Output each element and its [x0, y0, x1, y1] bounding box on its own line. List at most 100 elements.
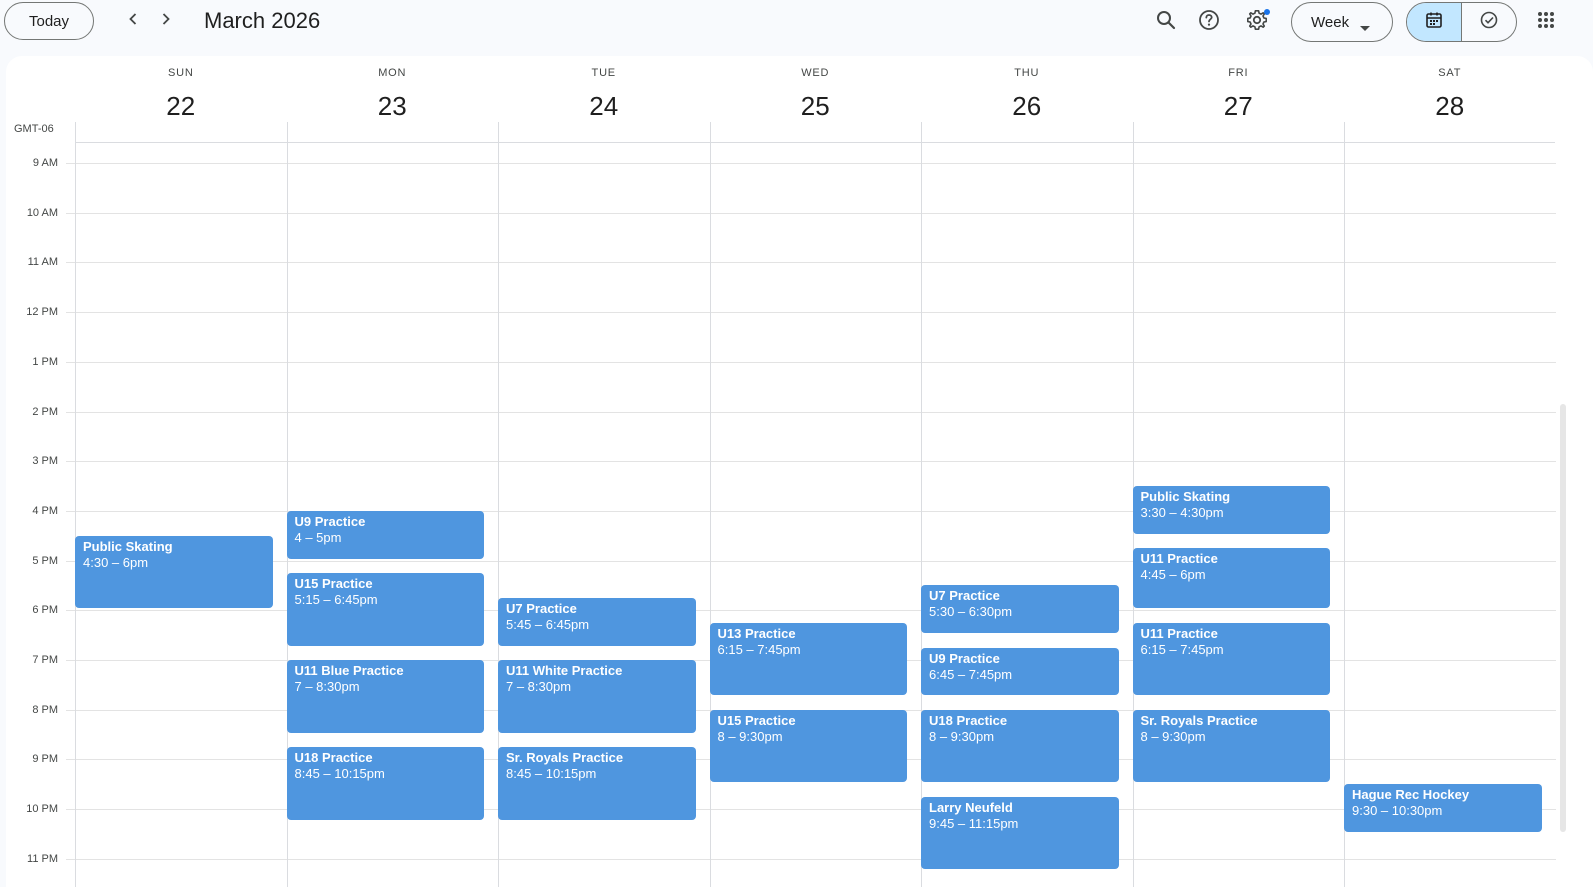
- calendar-event[interactable]: U9 Practice 4 – 5pm: [286, 510, 484, 559]
- calendar-event[interactable]: U15 Practice 8 – 9:30pm: [709, 709, 907, 783]
- day-number[interactable]: 25: [710, 91, 922, 122]
- hour-label: 11 AM: [27, 256, 58, 269]
- vertical-scrollbar[interactable]: [1560, 404, 1566, 832]
- event-title: U18 Practice: [929, 712, 1008, 728]
- chevron-left-icon: [125, 11, 141, 32]
- day-of-week-label: THU: [1014, 67, 1040, 79]
- day-number[interactable]: 24: [498, 91, 710, 122]
- event-title: U11 Blue Practice: [294, 663, 404, 678]
- hour-label: 2 PM: [32, 405, 58, 418]
- day-header-thu[interactable]: THU 26: [921, 56, 1133, 126]
- event-time: 8 – 9:30pm: [717, 728, 783, 744]
- day-header-tue[interactable]: TUE 24: [498, 56, 710, 126]
- event-title: Hague Rec Hockey: [1352, 787, 1470, 803]
- calendar-event[interactable]: U9 Practice 6:45 – 7:45pm: [921, 647, 1119, 696]
- event-time: 4 – 5pm: [294, 529, 342, 545]
- apps-button[interactable]: [1530, 6, 1562, 38]
- caret-down-icon: [1360, 19, 1370, 36]
- event-time: 8 – 9:30pm: [1140, 728, 1206, 744]
- view-select[interactable]: Week: [1291, 2, 1393, 42]
- top-bar: Today March 2026 Week: [0, 0, 1593, 46]
- event-time: 6:45 – 7:45pm: [929, 666, 1013, 682]
- event-time: 9:45 – 11:15pm: [929, 815, 1019, 831]
- hour-label: 1 PM: [32, 355, 58, 368]
- event-title: U13 Practice: [717, 625, 796, 641]
- settings-button[interactable]: [1241, 6, 1273, 38]
- day-number[interactable]: 28: [1344, 91, 1556, 122]
- event-time: 4:30 – 6pm: [83, 554, 149, 570]
- calendar-event[interactable]: U13 Practice 6:15 – 7:45pm: [709, 622, 907, 696]
- hour-label: 8 PM: [32, 703, 58, 716]
- calendar-event[interactable]: Sr. Royals Practice 8:45 – 10:15pm: [498, 746, 696, 820]
- hour-label: 6 PM: [32, 604, 58, 617]
- calendar-event[interactable]: U15 Practice 5:15 – 6:45pm: [286, 573, 484, 646]
- event-title: U7 Practice: [506, 600, 577, 616]
- search-button[interactable]: [1150, 6, 1182, 38]
- previous-week-button[interactable]: [119, 6, 147, 36]
- event-title: Sr. Royals Practice: [506, 749, 624, 765]
- help-icon: [1198, 9, 1220, 36]
- day-number[interactable]: 26: [921, 91, 1133, 122]
- timezone-label: GMT-06: [14, 123, 54, 135]
- day-number[interactable]: 22: [75, 91, 287, 122]
- column-divider: [1344, 122, 1345, 887]
- event-title: Public Skating: [1140, 489, 1231, 505]
- month-title: March 2026: [204, 8, 321, 33]
- week-grid: GMT-06 SUN 22 MON 23 TUE 24 WED 25 THU 26 FRI 27 SAT…: [6, 56, 1593, 887]
- event-title: U15 Practice: [717, 712, 796, 728]
- hour-label: 9 PM: [32, 753, 58, 766]
- event-title: Public Skating: [83, 538, 173, 554]
- day-of-week-label: WED: [801, 67, 830, 79]
- day-number[interactable]: 27: [1133, 91, 1345, 122]
- header-divider: [75, 142, 1555, 143]
- day-number[interactable]: 23: [287, 91, 499, 122]
- event-time: 5:45 – 6:45pm: [506, 616, 590, 632]
- view-select-label: Week: [1311, 13, 1350, 31]
- calendar-icon: [1424, 10, 1444, 35]
- view-toggle: [1406, 2, 1517, 42]
- event-time: 7 – 8:30pm: [506, 679, 572, 694]
- event-time: 7 – 8:30pm: [294, 679, 360, 694]
- event-title: U11 Practice: [1140, 551, 1218, 567]
- hour-label: 11 PM: [27, 852, 58, 865]
- hour-label: 9 AM: [32, 157, 58, 169]
- day-header-wed[interactable]: WED 25: [710, 56, 922, 126]
- calendar-event[interactable]: U18 Practice 8:45 – 10:15pm: [286, 746, 484, 820]
- tasks-view-toggle[interactable]: [1462, 3, 1517, 41]
- calendar-event[interactable]: U11 Practice 4:45 – 6pm: [1132, 548, 1330, 609]
- hour-gridline: [66, 163, 1556, 164]
- calendar-event[interactable]: U18 Practice 8 – 9:30pm: [921, 709, 1119, 783]
- calendar-event[interactable]: Sr. Royals Practice 8 – 9:30pm: [1132, 709, 1330, 783]
- event-time: 5:15 – 6:45pm: [294, 592, 378, 608]
- event-time: 8 – 9:30pm: [929, 728, 995, 744]
- calendar-event[interactable]: U11 Practice 6:15 – 7:45pm: [1132, 622, 1330, 696]
- hour-gridline: [66, 262, 1556, 264]
- calendar-event[interactable]: Public Skating 4:30 – 6pm: [75, 535, 273, 609]
- hour-label: 10 AM: [26, 206, 58, 219]
- hour-gridline: [66, 212, 1556, 214]
- day-header-sun[interactable]: SUN 22: [75, 56, 287, 126]
- next-week-button[interactable]: [152, 6, 180, 36]
- event-time: 8:45 – 10:15pm: [506, 765, 597, 781]
- tasks-check-icon: [1479, 10, 1499, 35]
- day-header-fri[interactable]: FRI 27: [1133, 56, 1345, 126]
- calendar-event[interactable]: U7 Practice 5:30 – 6:30pm: [921, 585, 1119, 634]
- event-title: U11 White Practice: [506, 663, 623, 678]
- calendar-event[interactable]: Hague Rec Hockey 9:30 – 10:30pm: [1344, 784, 1542, 832]
- day-header-sat[interactable]: SAT 28: [1344, 56, 1556, 126]
- event-title: U9 Practice: [294, 513, 366, 529]
- calendar-event[interactable]: Larry Neufeld 9:45 – 11:15pm: [921, 796, 1119, 870]
- calendar-event[interactable]: Public Skating 3:30 – 4:30pm: [1132, 486, 1330, 534]
- hour-gridline: [66, 312, 1556, 314]
- hour-gridline: [66, 411, 1556, 413]
- hour-label: 3 PM: [32, 455, 58, 468]
- calendar-event[interactable]: U11 Blue Practice 7 – 8:30pm: [286, 660, 484, 733]
- calendar-event[interactable]: U7 Practice 5:45 – 6:45pm: [498, 597, 696, 646]
- day-header-mon[interactable]: MON 23: [287, 56, 499, 126]
- calendar-view-toggle[interactable]: [1407, 3, 1462, 41]
- hour-gridline: [66, 858, 1556, 860]
- today-button[interactable]: Today: [4, 2, 94, 40]
- hour-label: 12 PM: [26, 306, 58, 319]
- help-button[interactable]: [1193, 6, 1225, 38]
- calendar-event[interactable]: U11 White Practice 7 – 8:30pm: [498, 660, 696, 733]
